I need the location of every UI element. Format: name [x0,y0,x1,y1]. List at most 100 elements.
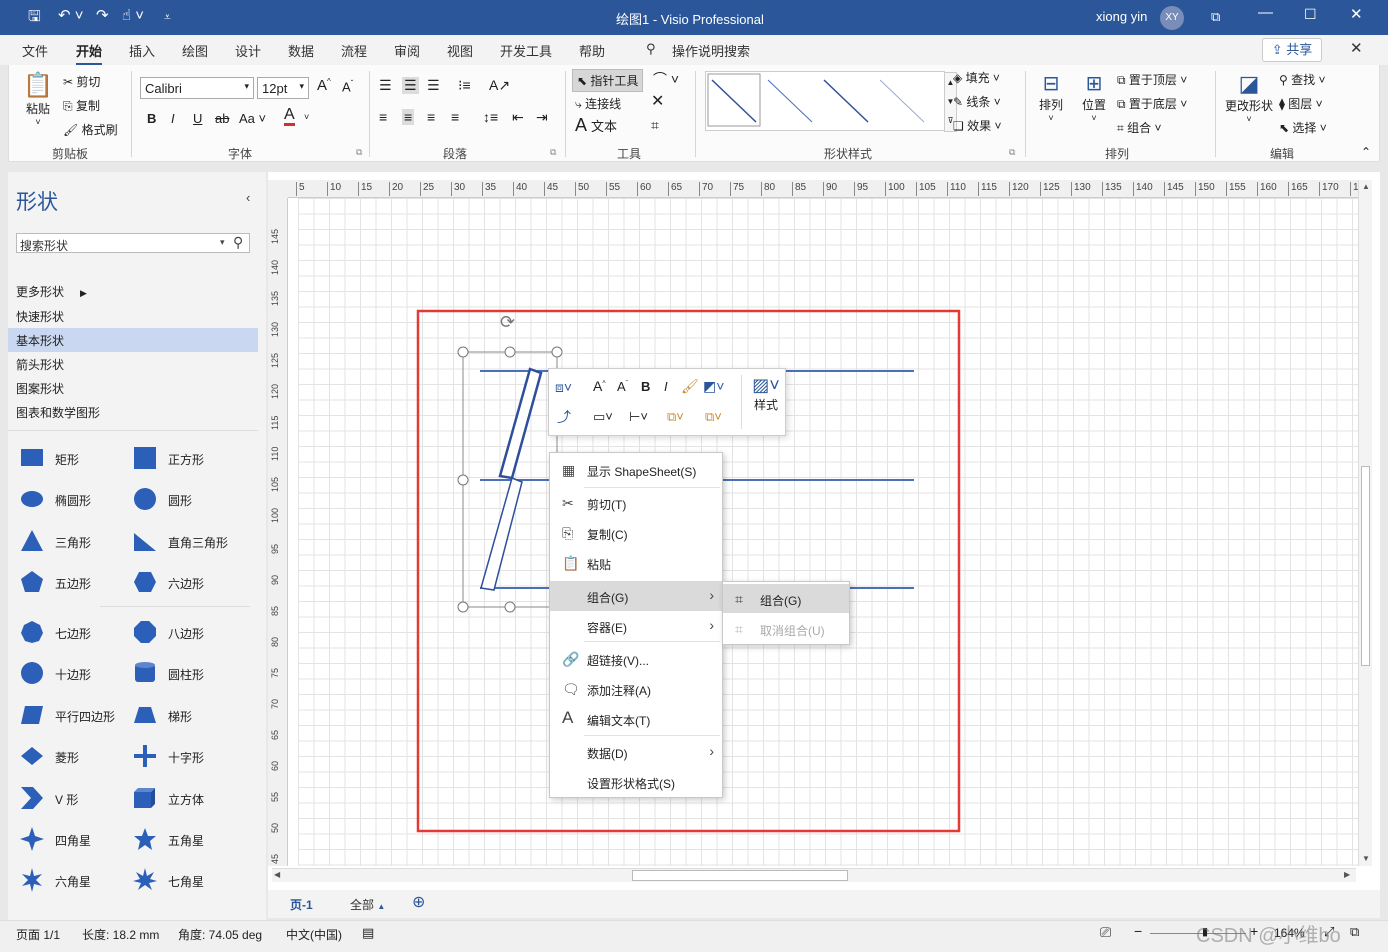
menu-item-shapesheet[interactable]: ▦ 显示 ShapeSheet(S) [550,455,722,485]
shape-circle[interactable]: 圆形 [133,487,243,513]
decrease-font-icon[interactable]: Aˇ [342,79,353,94]
align-menu-icon[interactable]: ▭˅ [593,409,613,425]
menu-item-edit-text[interactable]: A 编辑文本(T) [550,704,722,734]
shape-cube[interactable]: 立方体 [133,786,243,812]
shape-cross[interactable]: 十字形 [133,744,243,770]
italic-icon[interactable]: I [664,379,668,394]
tab-view[interactable]: 视图 [447,41,473,60]
shape-diamond[interactable]: 菱形 [20,744,130,770]
crop-icon[interactable]: ⌗ [651,117,659,134]
search-icon[interactable]: ⚲ [233,234,243,251]
format-painter-icon[interactable]: 🖌 [681,378,699,395]
category-quick-shapes[interactable]: 快速形状 [16,308,64,325]
fill-button[interactable]: ◈ 填充 ˅ [953,69,1000,86]
menu-item-add-comment[interactable]: 🗨 添加注释(A) [550,674,722,704]
connection-point-icon[interactable]: ✕ [651,91,664,111]
touch-mode-icon[interactable]: ☝ ˅ [122,6,144,24]
connector-point-icon[interactable]: ⤴ [557,407,571,427]
align-right-icon[interactable]: ≡ [427,109,435,125]
decrease-font-icon[interactable]: Aˇ [617,379,628,394]
align-left-icon[interactable]: ≡ [379,109,387,125]
bold-icon[interactable]: B [147,111,156,126]
menu-item-copy[interactable]: ⎘ 复制(C) [550,518,722,548]
close-ribbon-icon[interactable]: ✕ [1350,39,1363,57]
tab-design[interactable]: 设计 [235,41,261,60]
format-painter-button[interactable]: 🖌 格式刷 [63,121,118,138]
tab-home[interactable]: 开始 [76,41,103,66]
menu-item-hyperlink[interactable]: 🔗 超链接(V)... [550,644,722,674]
justify-icon[interactable]: ≡ [451,109,459,125]
change-shape-button[interactable]: ◪ 更改形状 ˅ [1221,71,1277,124]
select-button[interactable]: ⬉ 选择 ˅ [1279,119,1327,136]
ribbon-display-icon[interactable]: ⧉ [1211,9,1220,25]
tab-help[interactable]: 帮助 [579,41,605,60]
add-page-icon[interactable]: ⊕ [412,892,425,912]
shape-six-point-star[interactable]: 六角星 [20,868,130,894]
category-basic-shapes[interactable]: 基本形状 [16,332,64,349]
shape-heptagon[interactable]: 七边形 [20,620,130,646]
shape-square[interactable]: 正方形 [133,446,243,472]
decrease-indent-icon[interactable]: ⇤ [512,109,524,126]
tab-draw[interactable]: 绘图 [182,41,208,60]
tab-developer[interactable]: 开发工具 [500,41,552,60]
category-pattern-shapes[interactable]: 图案形状 [16,380,64,397]
tab-file[interactable]: 文件 [22,41,48,60]
menu-item-paste[interactable]: 📋 粘贴 [550,548,722,578]
curve-tool-icon[interactable]: ⌒ ˅ [653,69,679,89]
undo-icon[interactable]: ↶ ˅ [58,6,84,24]
category-arrow-shapes[interactable]: 箭头形状 [16,356,64,373]
status-page[interactable]: 页面 1/1 [16,926,60,943]
save-icon[interactable]: 🖫 [28,6,41,31]
menu-item-container[interactable]: 容器(E) › [550,611,722,641]
shape-seven-point-star[interactable]: 七角星 [133,868,243,894]
redo-icon[interactable]: ↷ [96,6,109,24]
font-name-select[interactable]: Calibri ▾ [140,77,254,99]
shape-four-point-star[interactable]: 四角星 [20,827,130,853]
align-center-icon[interactable]: ≡ [402,109,415,125]
position-menu-icon[interactable]: ⊢˅ [629,409,648,425]
horizontal-scrollbar[interactable]: ◀ ▶ [272,868,1356,882]
dialog-launcher-icon[interactable]: ⧉ [1009,147,1015,158]
tab-insert[interactable]: 插入 [129,41,155,60]
shape-triangle[interactable]: 三角形 [20,529,130,555]
increase-indent-icon[interactable]: ⇥ [536,109,548,126]
shape-decagon[interactable]: 十边形 [20,661,130,687]
line-spacing-icon[interactable]: ↕≡ [483,109,498,125]
align-top-icon[interactable]: ☰ [379,77,392,94]
category-graphs-math[interactable]: 图表和数学图形 [16,404,100,421]
horizontal-scroll-thumb[interactable] [632,870,848,881]
switch-windows-icon[interactable]: ⧉ [1350,924,1359,940]
underline-icon[interactable]: U [193,111,202,126]
minimize-icon[interactable]: — [1258,4,1273,21]
copy-button[interactable]: ⎘ 复制 [63,97,100,114]
all-pages-button[interactable]: 全部 ▲ [350,896,385,913]
text-tool-button[interactable]: A 文本 [575,115,617,136]
increase-font-icon[interactable]: A^ [593,378,606,394]
category-more-shapes[interactable]: 更多形状 ▶ [16,283,87,300]
layers-button[interactable]: ⧫ 图层 ˅ [1279,95,1323,112]
shape-cylinder[interactable]: 圆柱形 [133,661,243,687]
shape-five-point-star[interactable]: 五角星 [133,827,243,853]
arrange-button[interactable]: ⊟ 排列 ˅ [1031,71,1071,123]
effects-button[interactable]: ❏ 效果 ˅ [953,117,1001,134]
maximize-icon[interactable]: ☐ [1304,6,1317,23]
customize-qat-icon[interactable]: ⩡ [164,10,171,25]
connector-button[interactable]: ⤷ 连接线 [575,95,621,112]
scroll-right-icon[interactable]: ▶ [1344,870,1350,879]
text-block-icon[interactable]: ⧈˅ [555,379,572,396]
text-direction-icon[interactable]: A↗ [489,77,510,94]
align-middle-icon[interactable]: ☰ [402,77,419,94]
menu-item-data[interactable]: 数据(D) › [550,737,722,767]
vertical-scroll-thumb[interactable] [1361,466,1370,666]
collapse-ribbon-icon[interactable]: ⌃ [1361,145,1371,159]
style-button[interactable]: ▨˅ 样式 [749,375,783,431]
pointer-tool-button[interactable]: ⬉ 指针工具 [572,69,644,92]
bring-front-icon[interactable]: ⧉˅ [667,409,684,425]
style-gallery[interactable]: ▲ ▼ ⊽ [705,71,957,132]
strikethrough-icon[interactable]: ab [215,111,229,126]
line-button[interactable]: ✎ 线条 ˅ [953,93,1001,110]
group-button[interactable]: ⌗ 组合 ˅ [1117,119,1161,136]
presentation-mode-icon[interactable]: ⎚ [1100,924,1111,941]
dialog-launcher-icon[interactable]: ⧉ [356,147,362,158]
drawing-page-grid[interactable] [298,198,1358,866]
